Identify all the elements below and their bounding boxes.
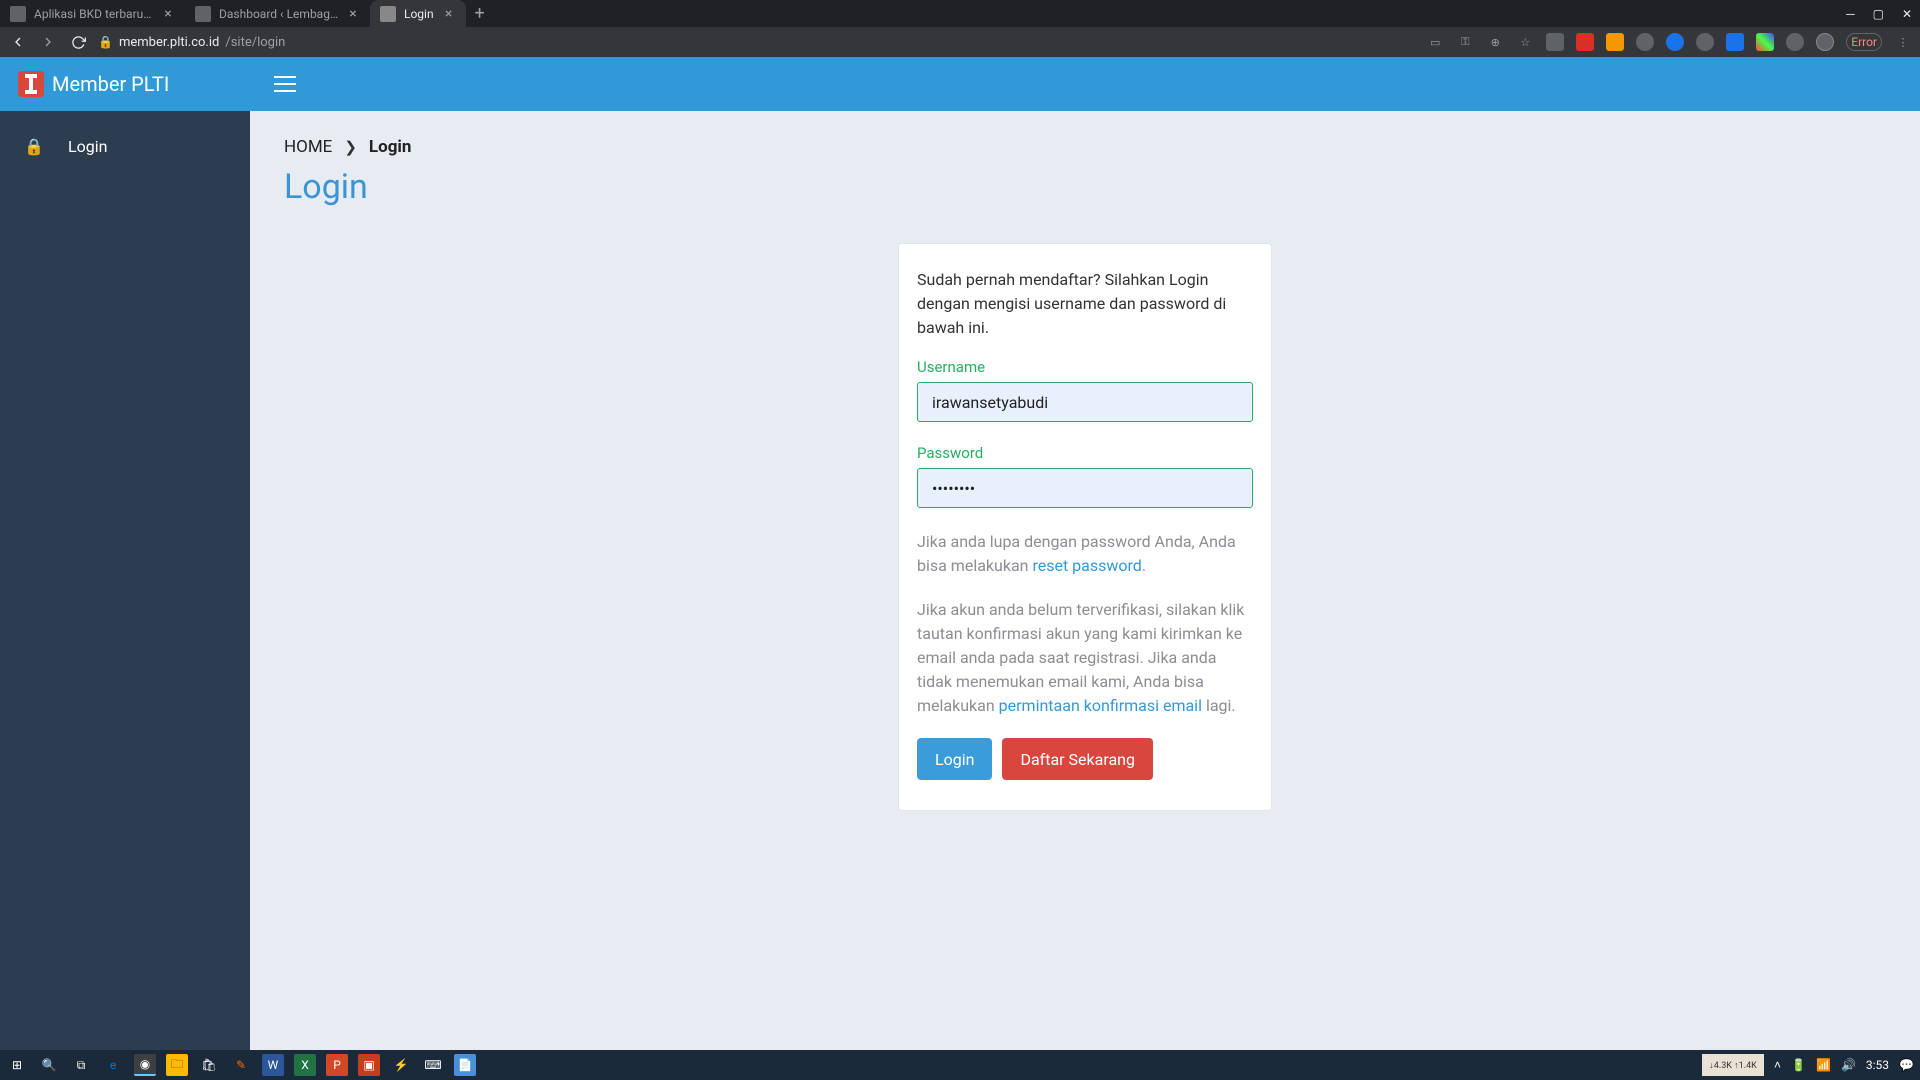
volume-icon[interactable]: 🔊 bbox=[1841, 1058, 1856, 1072]
close-icon[interactable]: × bbox=[346, 7, 360, 21]
excel-icon[interactable]: X bbox=[294, 1054, 316, 1076]
ext1-icon[interactable] bbox=[1546, 33, 1564, 51]
toolbar-icons: ▭ ⚿ ⊕ ☆ Error ⋮ bbox=[1426, 33, 1912, 51]
tab-title: Aplikasi BKD terbaru 2020 dan C bbox=[34, 7, 153, 21]
confirm-email-link[interactable]: permintaan konfirmasi email bbox=[999, 696, 1202, 715]
close-icon[interactable]: × bbox=[442, 7, 456, 21]
hamburger-icon[interactable] bbox=[274, 76, 296, 92]
page-viewport: Member PLTI 🔒 Login HOME ❯ Login Login S… bbox=[0, 57, 1920, 1050]
breadcrumb-current: Login bbox=[369, 137, 412, 157]
browser-tabs: Aplikasi BKD terbaru 2020 dan C × Dashbo… bbox=[0, 0, 494, 27]
star-icon[interactable]: ☆ bbox=[1516, 33, 1534, 51]
ext2-icon[interactable] bbox=[1576, 33, 1594, 51]
app4-icon[interactable]: ⌨ bbox=[422, 1054, 444, 1076]
favicon-icon bbox=[10, 6, 26, 22]
app-header: Member PLTI bbox=[0, 57, 1920, 111]
notifications-icon[interactable]: 💬 bbox=[1899, 1058, 1914, 1072]
error-badge[interactable]: Error bbox=[1846, 33, 1882, 51]
close-icon[interactable]: × bbox=[161, 7, 175, 21]
new-tab-button[interactable]: + bbox=[466, 0, 494, 27]
reload-button[interactable] bbox=[68, 32, 88, 52]
ext9-icon[interactable] bbox=[1786, 33, 1804, 51]
profile-icon[interactable] bbox=[1816, 33, 1834, 51]
content-body: 🔒 Login HOME ❯ Login Login Sudah pernah … bbox=[0, 111, 1920, 1050]
wifi-icon[interactable]: 📶 bbox=[1816, 1058, 1831, 1072]
brand-logo-icon bbox=[18, 71, 44, 97]
edge-icon[interactable]: e bbox=[102, 1054, 124, 1076]
tab-bkd[interactable]: Aplikasi BKD terbaru 2020 dan C × bbox=[0, 0, 185, 27]
ext5-icon[interactable] bbox=[1666, 33, 1684, 51]
favicon-icon bbox=[195, 6, 211, 22]
menu-icon[interactable]: ⋮ bbox=[1894, 33, 1912, 51]
close-window-icon[interactable]: ✕ bbox=[1902, 7, 1912, 21]
main-content: HOME ❯ Login Login Sudah pernah mendafta… bbox=[250, 111, 1920, 1050]
tab-dashboard[interactable]: Dashboard ‹ Lembaga Pengkajian × bbox=[185, 0, 370, 27]
chrome-icon[interactable]: ◉ bbox=[134, 1054, 156, 1076]
search-icon[interactable]: 🔍 bbox=[38, 1054, 60, 1076]
powerpoint-icon[interactable]: P bbox=[326, 1054, 348, 1076]
username-input[interactable] bbox=[917, 382, 1253, 422]
ext7-icon[interactable] bbox=[1726, 33, 1744, 51]
favicon-icon bbox=[380, 6, 396, 22]
taskbar-apps: ⊞ 🔍 ⧉ e ◉ 🗀 🛍 ✎ W X P ▣ ⚡ ⌨ 📄 bbox=[6, 1054, 476, 1076]
zoom-icon[interactable]: ⊕ bbox=[1486, 33, 1504, 51]
forward-button[interactable] bbox=[38, 32, 58, 52]
password-label: Password bbox=[917, 444, 1253, 462]
system-tray: ↓4.3K ↑1.4K ˄ 🔋 📶 🔊 3:53 💬 bbox=[1702, 1054, 1914, 1076]
forgot-password-text: Jika anda lupa dengan password Anda, And… bbox=[917, 530, 1253, 578]
network-monitor-icon[interactable]: ↓4.3K ↑1.4K bbox=[1702, 1054, 1764, 1076]
chevron-right-icon: ❯ bbox=[344, 138, 357, 156]
breadcrumb-home[interactable]: HOME bbox=[284, 137, 332, 157]
taskview-icon[interactable]: ⧉ bbox=[70, 1054, 92, 1076]
reset-password-link[interactable]: reset password bbox=[1032, 556, 1141, 575]
tray-chevron-icon[interactable]: ˄ bbox=[1774, 1058, 1781, 1072]
ext3-icon[interactable] bbox=[1606, 33, 1624, 51]
word-icon[interactable]: W bbox=[262, 1054, 284, 1076]
battery-icon[interactable]: 🔋 bbox=[1791, 1058, 1806, 1072]
url-host: member.plti.co.id bbox=[119, 35, 219, 50]
explorer-icon[interactable]: 🗀 bbox=[166, 1054, 188, 1076]
address-bar: 🔒 member.plti.co.id/site/login ▭ ⚿ ⊕ ☆ E… bbox=[0, 27, 1920, 57]
start-icon[interactable]: ⊞ bbox=[6, 1054, 28, 1076]
tab-title: Dashboard ‹ Lembaga Pengkajian bbox=[219, 7, 338, 21]
device-icon[interactable]: ▭ bbox=[1426, 33, 1444, 51]
login-button[interactable]: Login bbox=[917, 738, 992, 780]
register-button[interactable]: Daftar Sekarang bbox=[1002, 738, 1153, 780]
username-label: Username bbox=[917, 358, 1253, 376]
sidebar: 🔒 Login bbox=[0, 111, 250, 1050]
ext8-icon[interactable] bbox=[1756, 33, 1774, 51]
verify-account-text: Jika akun anda belum terverifikasi, sila… bbox=[917, 598, 1253, 718]
url-path: /site/login bbox=[225, 35, 285, 50]
key-icon[interactable]: ⚿ bbox=[1456, 33, 1474, 51]
browser-titlebar: Aplikasi BKD terbaru 2020 dan C × Dashbo… bbox=[0, 0, 1920, 27]
back-button[interactable] bbox=[8, 32, 28, 52]
login-card: Sudah pernah mendaftar? Silahkan Login d… bbox=[898, 243, 1272, 811]
clock[interactable]: 3:53 bbox=[1866, 1058, 1889, 1072]
lock-icon: 🔒 bbox=[98, 35, 113, 49]
maximize-icon[interactable]: ▢ bbox=[1873, 7, 1884, 21]
sidebar-item-label: Login bbox=[68, 137, 107, 156]
url-display[interactable]: 🔒 member.plti.co.id/site/login bbox=[98, 35, 285, 50]
windows-taskbar: ⊞ 🔍 ⧉ e ◉ 🗀 🛍 ✎ W X P ▣ ⚡ ⌨ 📄 ↓4.3K ↑1.4… bbox=[0, 1050, 1920, 1080]
ext6-icon[interactable] bbox=[1696, 33, 1714, 51]
lock-icon: 🔒 bbox=[24, 137, 40, 156]
store-icon[interactable]: 🛍 bbox=[198, 1054, 220, 1076]
app1-icon[interactable]: ✎ bbox=[230, 1054, 252, 1076]
page-title: Login bbox=[284, 167, 1886, 207]
app2-icon[interactable]: ▣ bbox=[358, 1054, 380, 1076]
sidebar-item-login[interactable]: 🔒 Login bbox=[0, 127, 250, 166]
brand[interactable]: Member PLTI bbox=[0, 57, 250, 111]
breadcrumb: HOME ❯ Login bbox=[284, 137, 1886, 157]
app3-icon[interactable]: ⚡ bbox=[390, 1054, 412, 1076]
tab-title: Login bbox=[404, 7, 434, 21]
window-controls: ─ ▢ ✕ bbox=[1846, 7, 1912, 21]
tab-login[interactable]: Login × bbox=[370, 0, 466, 27]
intro-text: Sudah pernah mendaftar? Silahkan Login d… bbox=[917, 268, 1253, 340]
brand-text: Member PLTI bbox=[52, 72, 169, 96]
notepad-icon[interactable]: 📄 bbox=[454, 1054, 476, 1076]
minimize-icon[interactable]: ─ bbox=[1846, 7, 1855, 21]
password-input[interactable] bbox=[917, 468, 1253, 508]
ext4-icon[interactable] bbox=[1636, 33, 1654, 51]
button-row: Login Daftar Sekarang bbox=[917, 738, 1253, 780]
